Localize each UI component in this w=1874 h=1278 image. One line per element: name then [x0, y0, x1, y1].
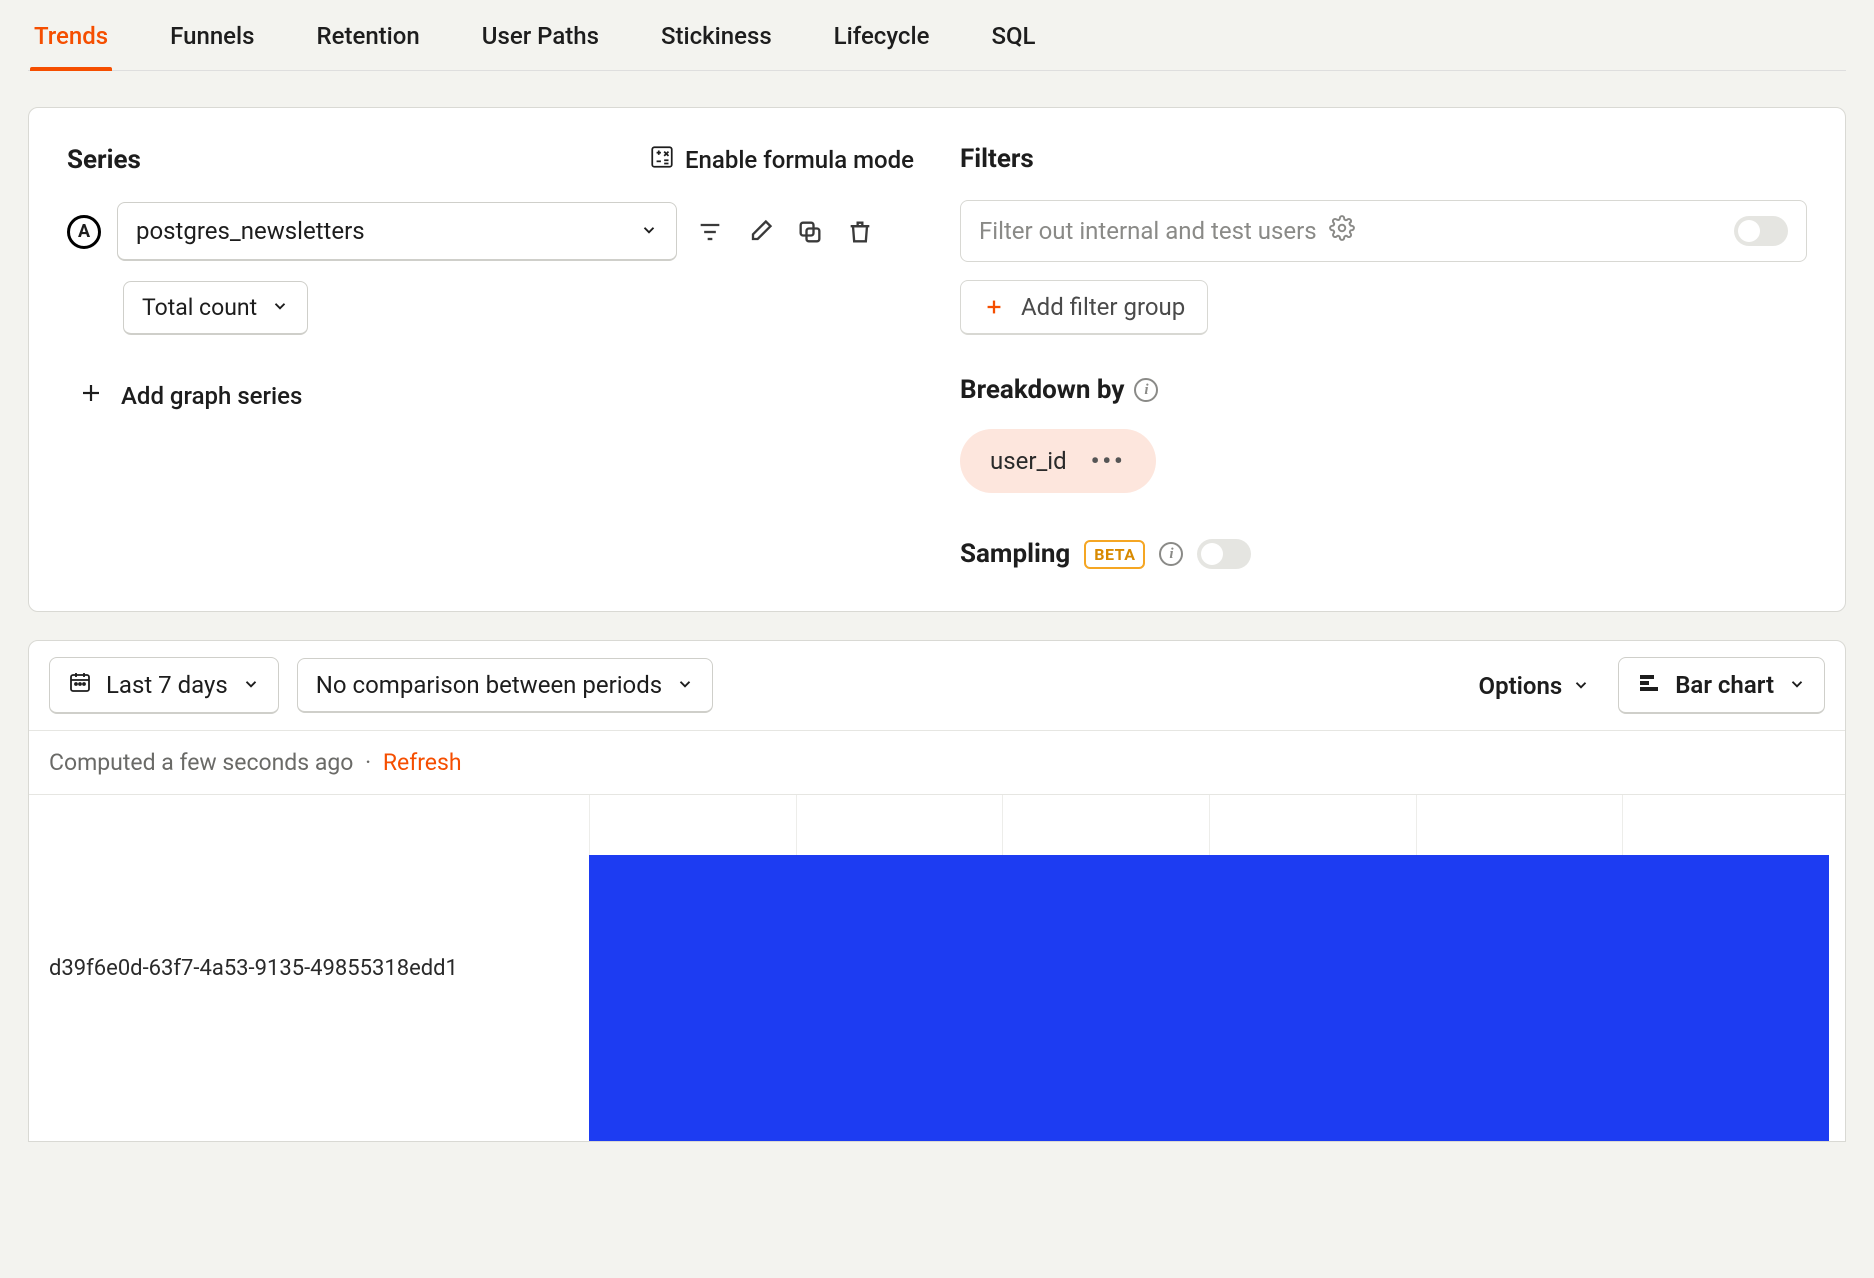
sampling-toggle[interactable] [1197, 539, 1251, 569]
tab-funnels[interactable]: Funnels [166, 0, 258, 70]
tab-lifecycle[interactable]: Lifecycle [830, 0, 934, 70]
series-event-dropdown[interactable]: postgres_newsletters [117, 202, 677, 261]
more-icon[interactable]: ••• [1091, 447, 1126, 475]
sampling-title: Sampling [960, 539, 1070, 569]
aggregation-value: Total count [142, 294, 257, 321]
filters-title: Filters [960, 144, 1034, 174]
aggregation-dropdown[interactable]: Total count [123, 281, 308, 335]
breakdown-property-pill[interactable]: user_id ••• [960, 429, 1156, 493]
computed-text: Computed a few seconds ago [49, 749, 353, 776]
formula-icon [649, 144, 675, 176]
calendar-icon [68, 670, 92, 700]
options-label: Options [1479, 672, 1563, 700]
series-section: Series Enable formula mode [67, 144, 914, 569]
chevron-down-icon [1788, 671, 1806, 699]
info-icon[interactable]: i [1159, 542, 1183, 566]
insight-tabs: Trends Funnels Retention User Paths Stic… [28, 0, 1846, 71]
bar-chart-icon [1637, 670, 1661, 700]
chart-grid [589, 795, 1829, 1141]
tab-user-paths[interactable]: User Paths [478, 0, 603, 70]
compare-value: No comparison between periods [316, 671, 662, 699]
enable-formula-mode-button[interactable]: Enable formula mode [649, 144, 914, 176]
config-panel: Series Enable formula mode [28, 107, 1846, 612]
breakdown-title: Breakdown by [960, 375, 1124, 405]
duplicate-icon-button[interactable] [793, 215, 827, 249]
date-range-dropdown[interactable]: Last 7 days [49, 657, 279, 714]
series-event-value: postgres_newsletters [136, 217, 365, 245]
chevron-down-icon [676, 671, 694, 699]
chart-category-label: d39f6e0d-63f7-4a53-9135-49855318edd1 [29, 795, 589, 1141]
results-panel: Last 7 days No comparison between period… [28, 640, 1846, 1142]
chevron-down-icon [640, 217, 658, 245]
delete-icon-button[interactable] [843, 215, 877, 249]
add-series-label: Add graph series [121, 382, 302, 410]
add-filter-group-button[interactable]: Add filter group [960, 280, 1208, 335]
tab-stickiness[interactable]: Stickiness [657, 0, 776, 70]
series-title: Series [67, 145, 141, 175]
computed-status: Computed a few seconds ago · Refresh [29, 731, 1845, 795]
breakdown-property-value: user_id [990, 447, 1067, 475]
series-badge-a: A [67, 215, 101, 249]
rename-icon-button[interactable] [743, 215, 777, 249]
filter-placeholder: Filter out internal and test users [979, 217, 1317, 245]
results-toolbar: Last 7 days No comparison between period… [29, 641, 1845, 731]
formula-label: Enable formula mode [685, 146, 914, 174]
plus-icon [79, 381, 103, 411]
filter-icon-button[interactable] [693, 215, 727, 249]
internal-users-toggle[interactable] [1734, 216, 1788, 246]
info-icon[interactable]: i [1134, 378, 1158, 402]
tab-retention[interactable]: Retention [313, 0, 424, 70]
beta-badge: BETA [1084, 540, 1145, 569]
compare-dropdown[interactable]: No comparison between periods [297, 658, 713, 713]
chart-type-value: Bar chart [1675, 671, 1774, 699]
chart-area: d39f6e0d-63f7-4a53-9135-49855318edd1 [29, 795, 1845, 1141]
chart-bar[interactable] [589, 855, 1829, 1141]
plus-icon [983, 296, 1005, 318]
internal-users-filter[interactable]: Filter out internal and test users [960, 200, 1807, 262]
chart-type-dropdown[interactable]: Bar chart [1618, 657, 1825, 714]
chevron-down-icon [1572, 672, 1590, 700]
add-graph-series-button[interactable]: Add graph series [67, 377, 914, 415]
filters-section: Filters Filter out internal and test use… [960, 144, 1807, 569]
gear-icon[interactable] [1329, 215, 1355, 247]
tab-sql[interactable]: SQL [987, 0, 1039, 70]
chevron-down-icon [271, 294, 289, 321]
options-dropdown[interactable]: Options [1469, 664, 1601, 708]
date-range-value: Last 7 days [106, 671, 228, 699]
refresh-link[interactable]: Refresh [383, 749, 462, 776]
tab-trends[interactable]: Trends [30, 0, 112, 70]
chevron-down-icon [242, 671, 260, 699]
add-filter-label: Add filter group [1021, 293, 1185, 321]
